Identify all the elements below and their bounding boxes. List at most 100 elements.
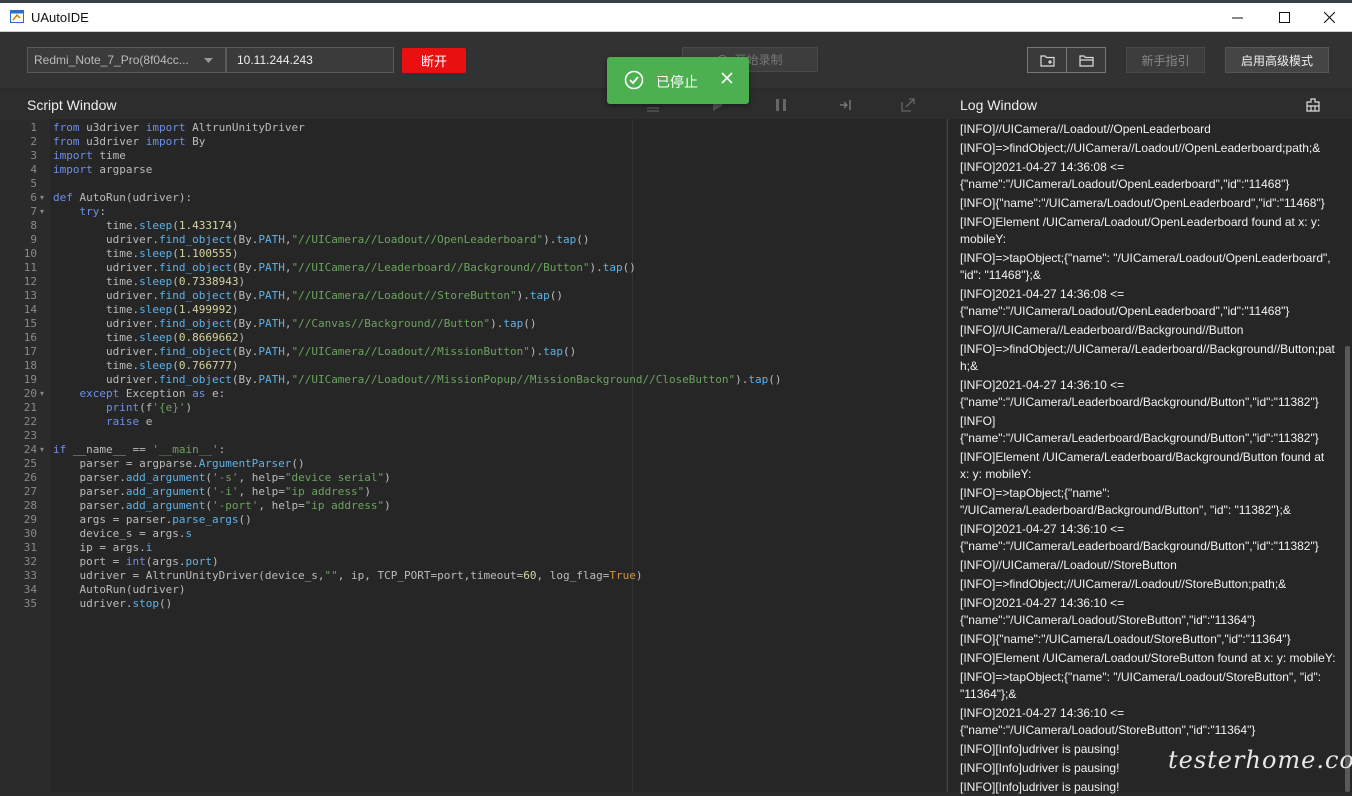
toast-close-icon[interactable] (720, 71, 734, 85)
code-line[interactable]: parser = argparse.ArgumentParser() (53, 457, 304, 471)
device-select[interactable]: Redmi_Note_7_Pro(8f04cc... (27, 47, 226, 73)
code-line[interactable]: AutoRun(udriver) (53, 583, 185, 597)
code-line[interactable]: device_s = args.s (53, 527, 192, 541)
code-line[interactable]: from u3driver import AltrunUnityDriver (53, 121, 305, 135)
code-line[interactable]: ip = args.i (53, 541, 152, 555)
line-number: 5 (30, 177, 37, 190)
line-number: 24 (23, 443, 37, 456)
code-line[interactable]: print(f'{e}') (53, 401, 192, 415)
maximize-button[interactable] (1261, 3, 1307, 31)
code-line[interactable]: time.sleep(0.7338943) (53, 275, 245, 289)
code-line[interactable]: if __name__ == '__main__': (53, 443, 225, 457)
log-entry: [INFO]//UICamera//Loadout//StoreButton (960, 558, 1177, 572)
line-number: 6 (30, 191, 37, 204)
code-line[interactable]: raise e (53, 415, 152, 429)
code-line[interactable]: port = int(args.port) (53, 555, 218, 569)
file-buttons (1027, 47, 1106, 73)
fold-toggle-icon[interactable]: ▾ (40, 443, 44, 457)
line-number: 21 (23, 401, 37, 414)
code-line[interactable]: time.sleep(0.8669662) (53, 331, 245, 345)
clear-log-icon[interactable] (1306, 98, 1320, 112)
code-line[interactable]: time.sleep(0.766777) (53, 359, 238, 373)
disconnect-button[interactable]: 断开 (402, 48, 466, 73)
line-number: 26 (23, 471, 37, 484)
code-line[interactable]: udriver.find_object(By.PATH,"//Canvas//B… (53, 317, 537, 331)
code-area[interactable]: from u3driver import AltrunUnityDriver fr… (50, 119, 946, 792)
code-line[interactable]: udriver = AltrunUnityDriver(device_s,"",… (53, 569, 642, 583)
code-line[interactable]: parser.add_argument('-port', help="ip ad… (53, 499, 390, 513)
line-number: 4 (30, 163, 37, 176)
code-line[interactable]: udriver.stop() (53, 597, 172, 611)
watermark: testerhome.com (1168, 746, 1352, 774)
step-icon[interactable] (838, 98, 852, 112)
close-button[interactable] (1306, 3, 1352, 31)
code-line[interactable]: except Exception as e: (53, 387, 226, 401)
line-number: 13 (23, 289, 37, 302)
open-folder-button[interactable] (1066, 48, 1105, 72)
line-number: 14 (23, 303, 37, 316)
code-line[interactable]: time.sleep(1.433174) (53, 219, 238, 233)
print-margin-line (632, 119, 633, 792)
log-entry: [INFO]2021-04-27 14:36:10 <= {"name":"/U… (960, 522, 1319, 553)
code-line[interactable]: from u3driver import By (53, 135, 205, 149)
line-number: 10 (23, 247, 37, 260)
minimize-button[interactable] (1214, 3, 1260, 31)
export-icon[interactable] (901, 98, 915, 112)
line-number: 20 (23, 387, 37, 400)
beginner-guide-button[interactable]: 新手指引 (1126, 47, 1205, 73)
line-number: 32 (23, 555, 37, 568)
log-entry: [INFO][Info]udriver is pausing! (960, 780, 1120, 794)
line-number: 22 (23, 415, 37, 428)
new-folder-button[interactable] (1028, 48, 1066, 72)
code-editor[interactable]: 1 2 3 4 5 6 ▾ 7 ▾ 8 9 10 11 12 13 14 15 16 17 18 19 20 ▾ 21 22 23… (0, 119, 946, 792)
line-number: 35 (23, 597, 37, 610)
minimize-icon (1231, 17, 1243, 18)
fold-toggle-icon[interactable]: ▾ (40, 387, 44, 401)
line-number: 33 (23, 569, 37, 582)
log-entry: [INFO]//UICamera//Loadout//OpenLeaderboa… (960, 122, 1211, 136)
line-number: 34 (23, 583, 37, 596)
code-line[interactable]: udriver.find_object(By.PATH,"//UICamera/… (53, 233, 590, 247)
log-window[interactable]: [INFO]//UICamera//Loadout//OpenLeaderboa… (947, 119, 1352, 794)
log-entry: [INFO]//UICamera//Leaderboard//Backgroun… (960, 323, 1244, 337)
log-window-header: Log Window (947, 91, 1352, 119)
close-icon (1323, 11, 1335, 23)
code-line[interactable]: import time (53, 149, 126, 163)
line-number: 16 (23, 331, 37, 344)
code-line[interactable]: time.sleep(1.100555) (53, 247, 238, 261)
code-line[interactable]: time.sleep(1.499992) (53, 303, 238, 317)
ip-address-input[interactable] (226, 47, 394, 73)
script-window-title: Script Window (27, 97, 117, 113)
code-line[interactable]: udriver.find_object(By.PATH,"//UICamera/… (53, 345, 576, 359)
log-entry: [INFO]Element /UICamera/Loadout/StoreBut… (960, 651, 1336, 665)
code-line[interactable]: parser.add_argument('-i', help="ip addre… (53, 485, 370, 499)
code-line[interactable]: udriver.find_object(By.PATH,"//UICamera/… (53, 373, 782, 387)
fold-toggle-icon[interactable]: ▾ (40, 205, 44, 219)
log-entry: [INFO]=>tapObject;{"name": "/UICamera/Le… (960, 486, 1291, 517)
log-scrollbar-thumb[interactable] (1345, 346, 1350, 792)
code-line[interactable]: try: (53, 205, 107, 219)
log-entry: [INFO]2021-04-27 14:36:08 <= {"name":"/U… (960, 160, 1290, 191)
code-line[interactable]: udriver.find_object(By.PATH,"//UICamera/… (53, 289, 563, 303)
fold-toggle-icon[interactable]: ▾ (40, 191, 44, 205)
log-entry: [INFO]{"name":"/UICamera/Loadout/OpenLea… (960, 196, 1325, 210)
title-bar: UAutoIDE (0, 3, 1352, 32)
code-line[interactable]: parser.add_argument('-s', help="device s… (53, 471, 390, 485)
toast-text: 已停止 (656, 75, 698, 91)
log-entry: [INFO]2021-04-27 14:36:10 <= {"name":"/U… (960, 596, 1256, 627)
code-line[interactable]: udriver.find_object(By.PATH,"//UICamera/… (53, 261, 636, 275)
line-number: 30 (23, 527, 37, 540)
line-number: 8 (30, 219, 37, 232)
line-number: 12 (23, 275, 37, 288)
log-entry: [INFO]2021-04-27 14:36:10 <= {"name":"/U… (960, 378, 1319, 409)
line-number: 31 (23, 541, 37, 554)
code-line[interactable]: def AutoRun(udriver): (53, 191, 192, 205)
log-window-title: Log Window (960, 97, 1038, 113)
script-window-header: Script Window (0, 91, 946, 119)
pause-icon[interactable] (775, 98, 787, 112)
advanced-mode-button[interactable]: 启用高级模式 (1225, 47, 1329, 73)
code-line[interactable]: import argparse (53, 163, 152, 177)
line-number: 15 (23, 317, 37, 330)
check-circle-icon (624, 70, 644, 90)
code-line[interactable]: args = parser.parse_args() (53, 513, 251, 527)
